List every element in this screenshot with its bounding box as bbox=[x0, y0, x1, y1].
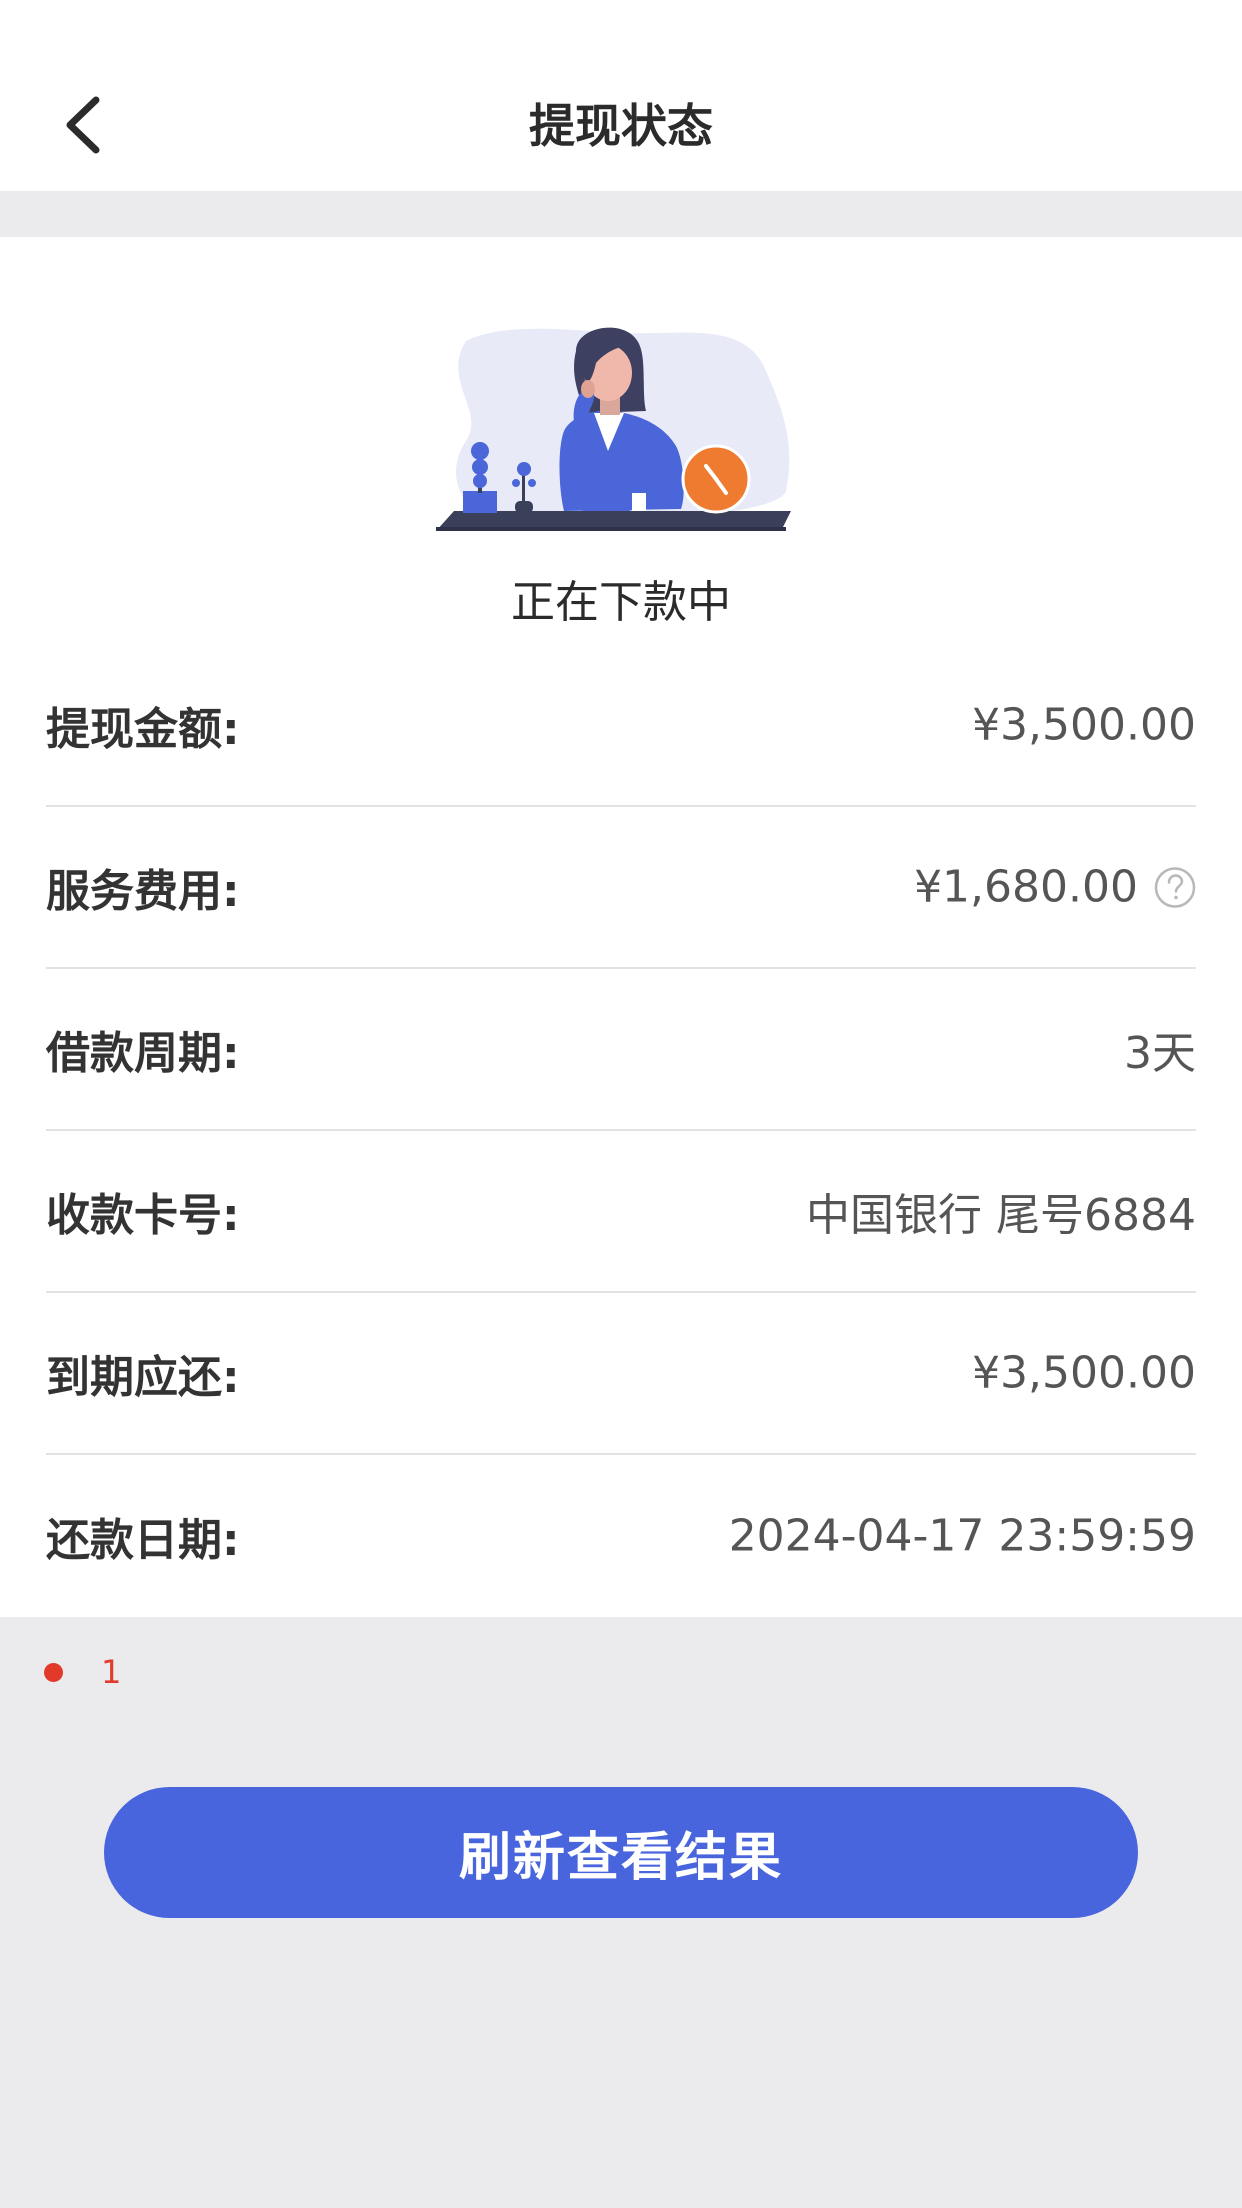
row-label: 借款周期: bbox=[46, 1028, 240, 1079]
page-title: 提现状态 bbox=[529, 99, 713, 153]
row-label: 提现金额: bbox=[46, 704, 240, 755]
top-nav-bar: 提现状态 bbox=[0, 0, 1242, 191]
info-row-withdraw-amount: 提现金额: ¥3,500.00 bbox=[46, 645, 1196, 807]
row-label: 还款日期: bbox=[46, 1515, 240, 1566]
row-value: ¥3,500.00 bbox=[972, 1347, 1196, 1399]
withdraw-status-card: 正在下款中 提现金额: ¥3,500.00 服务费用: ¥1,680.00 借款… bbox=[0, 237, 1242, 1617]
row-label: 服务费用: bbox=[46, 866, 240, 917]
info-row-due-amount: 到期应还: ¥3,500.00 bbox=[46, 1293, 1196, 1455]
waiting-woman-clock-illustration bbox=[436, 327, 791, 531]
info-row-service-fee: 服务费用: ¥1,680.00 bbox=[46, 807, 1196, 969]
info-row-loan-period: 借款周期: 3天 bbox=[46, 969, 1196, 1131]
row-value: 2024-04-17 23:59:59 bbox=[728, 1510, 1196, 1562]
row-value: 中国银行 尾号6884 bbox=[806, 1190, 1196, 1241]
refresh-result-button[interactable]: 刷新查看结果 bbox=[104, 1787, 1138, 1918]
notice-item: 1 bbox=[44, 1652, 121, 1692]
info-row-repay-date: 还款日期: 2024-04-17 23:59:59 bbox=[46, 1455, 1196, 1617]
row-label: 收款卡号: bbox=[46, 1190, 240, 1241]
row-value: ¥3,500.00 bbox=[972, 699, 1196, 751]
status-text: 正在下款中 bbox=[511, 577, 731, 628]
row-value: ¥1,680.00 bbox=[914, 862, 1196, 913]
row-value: 3天 bbox=[1124, 1028, 1196, 1079]
info-row-card-number: 收款卡号: 中国银行 尾号6884 bbox=[46, 1131, 1196, 1293]
question-circle-icon[interactable] bbox=[1154, 866, 1196, 908]
red-dot-icon bbox=[44, 1662, 63, 1682]
notice-text: 1 bbox=[101, 1653, 122, 1691]
row-label: 到期应还: bbox=[46, 1352, 240, 1403]
